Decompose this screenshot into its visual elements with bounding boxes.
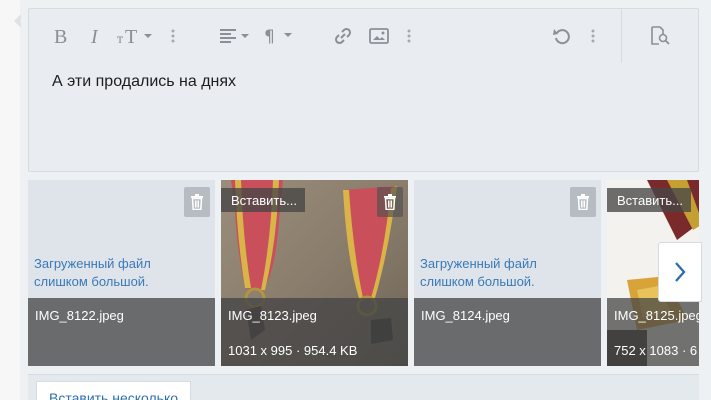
vertical-dots-icon xyxy=(591,29,595,43)
insert-image-button[interactable] xyxy=(367,22,391,50)
svg-text:B: B xyxy=(54,26,67,46)
attachment-thumbnail[interactable]: Загруженный файл слишком большой. IMG_81… xyxy=(28,180,215,366)
chevron-right-icon xyxy=(675,262,686,282)
attachment-dimensions: 1031 x 995 · 954.4 KB xyxy=(228,343,358,358)
more-options-button-3[interactable] xyxy=(585,22,601,50)
insert-button[interactable]: Вставить... xyxy=(221,188,305,212)
italic-button[interactable]: I xyxy=(85,22,107,50)
editor-page: B I т T ¶ А эти продались на днях Загруж… xyxy=(0,0,711,400)
svg-text:т: т xyxy=(117,32,123,46)
editor-content[interactable]: А эти продались на днях xyxy=(52,73,236,91)
trash-icon xyxy=(191,194,203,210)
more-options-button[interactable] xyxy=(165,22,181,50)
pointer-notch xyxy=(14,14,21,28)
rich-text-editor: B I т T ¶ А эти продались на днях xyxy=(28,8,699,172)
attachment-filename: IMG_8122.jpeg xyxy=(35,308,124,323)
attachment-dimensions: 752 x 1083 · 6 xyxy=(614,343,698,358)
align-left-icon xyxy=(220,29,249,43)
delete-attachment-button[interactable] xyxy=(377,187,403,217)
svg-text:¶: ¶ xyxy=(264,27,275,46)
left-gutter xyxy=(0,0,20,400)
svg-text:I: I xyxy=(90,26,99,46)
attachment-thumbnail[interactable]: Загруженный файл слишком большой. IMG_81… xyxy=(414,180,601,366)
upload-error-message: Загруженный файл слишком большой. xyxy=(34,256,151,289)
bold-icon: B xyxy=(54,26,67,46)
attachment-filename: IMG_8123.jpeg xyxy=(228,308,317,323)
paragraph-button[interactable]: ¶ xyxy=(263,22,297,50)
svg-text:T: T xyxy=(125,26,137,46)
delete-attachment-button[interactable] xyxy=(570,187,596,217)
editor-toolbar: B I т T ¶ xyxy=(29,9,698,63)
font-size-button[interactable]: т T xyxy=(115,22,155,50)
attachments-strip: Загруженный файл слишком большой. IMG_81… xyxy=(28,180,699,366)
trash-icon xyxy=(577,194,589,210)
font-size-icon: т T xyxy=(117,26,152,46)
insert-multiple-button[interactable]: Вставить несколько xyxy=(36,381,192,400)
attachment-thumbnail[interactable]: Вставить... IMG_8123.jpeg 1031 x 995 · 9… xyxy=(221,180,408,366)
attachment-filename: IMG_8124.jpeg xyxy=(421,308,510,323)
scroll-next-button[interactable] xyxy=(658,242,702,302)
link-icon xyxy=(334,27,352,45)
italic-icon: I xyxy=(90,26,99,46)
link-button[interactable] xyxy=(331,22,355,50)
vertical-dots-icon xyxy=(171,29,175,43)
undo-icon xyxy=(553,29,570,45)
trash-icon xyxy=(384,194,396,210)
vertical-dots-icon xyxy=(407,29,411,43)
delete-attachment-button[interactable] xyxy=(184,187,210,217)
preview-search-icon xyxy=(651,26,670,45)
upload-error-message: Загруженный файл слишком большой. xyxy=(420,256,537,289)
preview-button[interactable] xyxy=(647,22,673,50)
toolbar-divider xyxy=(621,9,622,63)
paragraph-icon: ¶ xyxy=(264,27,292,46)
image-icon xyxy=(369,28,389,44)
attachment-filename: IMG_8125.jpeg xyxy=(614,308,699,323)
undo-button[interactable] xyxy=(549,22,575,50)
insert-button[interactable]: Вставить... xyxy=(607,188,691,212)
more-options-button-2[interactable] xyxy=(401,22,417,50)
attachment-actions-bar: Вставить несколько xyxy=(28,374,699,400)
bold-button[interactable]: B xyxy=(49,22,73,50)
align-button[interactable] xyxy=(219,22,253,50)
